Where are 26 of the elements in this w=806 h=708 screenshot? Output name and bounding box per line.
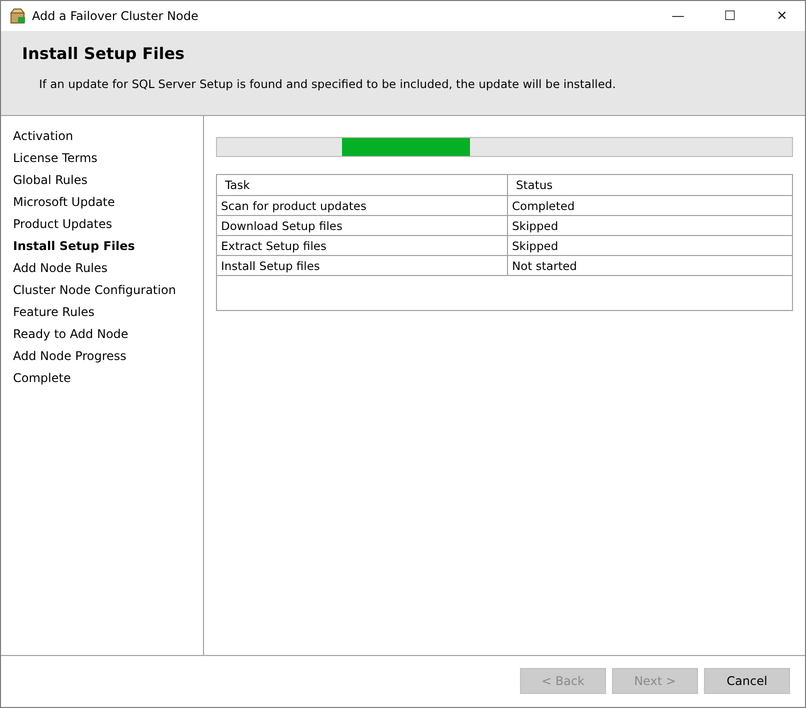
sidebar-item[interactable]: License Terms xyxy=(1,150,98,172)
table-cell: Download Setup files xyxy=(217,216,508,236)
table-cell: Scan for product updates xyxy=(217,196,508,216)
sidebar-item[interactable]: Product Updates xyxy=(1,216,112,238)
column-header: Status xyxy=(508,175,792,196)
sidebar-item[interactable]: Activation xyxy=(1,128,74,150)
sidebar-item[interactable]: Ready to Add Node xyxy=(1,326,128,348)
window-title: Add a Failover Cluster Node xyxy=(32,9,200,23)
sidebar-item[interactable]: Complete xyxy=(1,370,71,392)
maximize-button[interactable]: ☐ xyxy=(707,1,753,31)
sidebar-item[interactable]: Microsoft Update xyxy=(1,194,115,216)
close-button[interactable]: ✕ xyxy=(759,1,805,31)
sidebar-item[interactable]: Cluster Node Configuration xyxy=(1,282,176,304)
sidebar-item[interactable]: Install Setup Files xyxy=(1,238,135,260)
table-cell: Extract Setup files xyxy=(217,236,508,256)
column-header: Task xyxy=(217,175,508,196)
sidebar-item[interactable]: Global Rules xyxy=(1,172,88,194)
table-cell: Install Setup files xyxy=(217,256,508,276)
sidebar-item[interactable]: Add Node Progress xyxy=(1,348,126,370)
setup-box-icon xyxy=(10,8,26,24)
sidebar-item[interactable]: Add Node Rules xyxy=(1,260,108,282)
sidebar-item[interactable]: Feature Rules xyxy=(1,304,95,326)
page-title: Install Setup Files xyxy=(22,44,186,63)
minimize-button[interactable]: — xyxy=(655,1,701,31)
cancel-button[interactable]: Cancel xyxy=(704,668,790,694)
page-description: If an update for SQL Server Setup is found and specified to be included, the update will be installed. xyxy=(39,77,616,91)
